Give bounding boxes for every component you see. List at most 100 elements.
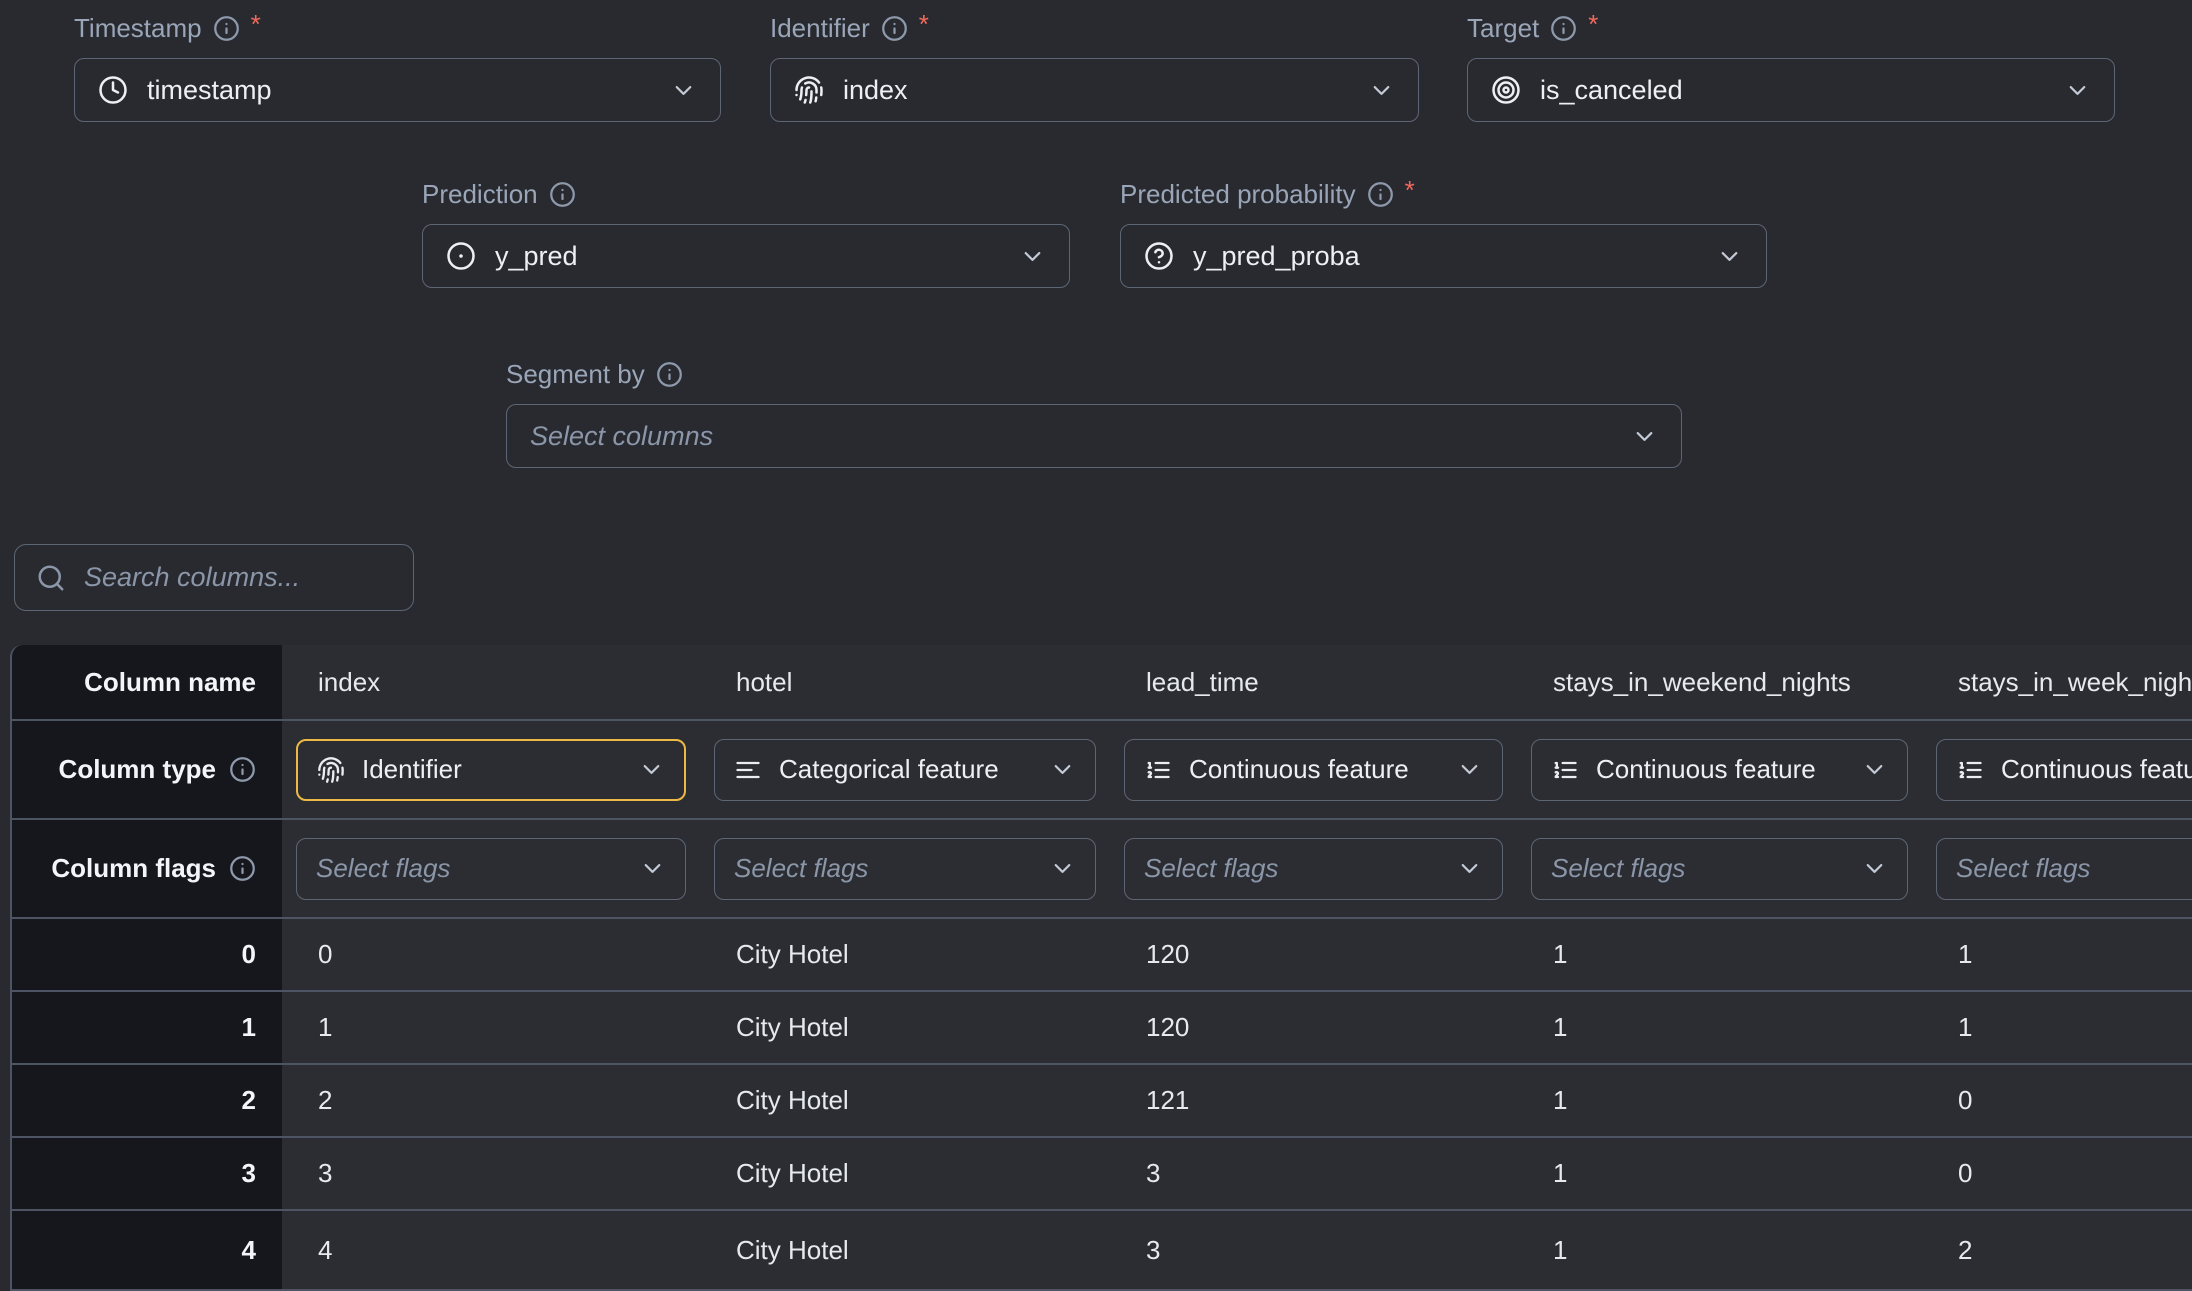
table-cell: 3 [1110,1138,1517,1211]
row-index: 4 [12,1211,282,1291]
column-type-select-index[interactable]: Identifier [296,739,686,801]
table-cell: 1 [1517,1138,1922,1211]
help-circle-icon [1144,241,1174,271]
flags-placeholder: Select flags [734,853,868,884]
column-type-select-hotel[interactable]: Categorical feature [714,739,1096,801]
row-index: 2 [12,1065,282,1138]
predicted-probability-label: Predicted probability * [1120,172,1767,216]
search-columns-input[interactable] [82,561,392,594]
column-flags-select-stays-weekend[interactable]: Select flags [1531,838,1908,900]
fingerprint-icon [317,756,345,784]
column-type-value: Continuous feature [1189,754,1409,785]
column-flags-select-hotel[interactable]: Select flags [714,838,1096,900]
table-cell: 3 [282,1138,700,1211]
row-index: 1 [12,992,282,1065]
table-cell: 2 [282,1065,700,1138]
chevron-down-icon [639,855,666,882]
predicted-probability-label-text: Predicted probability [1120,179,1356,210]
identifier-label-text: Identifier [770,13,870,44]
column-type-value: Categorical feature [779,754,999,785]
table-cell: 1 [1517,1211,1922,1291]
table-cell: 1 [1922,919,2192,992]
timestamp-select[interactable]: timestamp [74,58,721,122]
chevron-down-icon [1019,243,1046,270]
search-icon [36,563,66,593]
clock-icon [98,75,128,105]
flags-placeholder: Select flags [1956,853,2090,884]
segment-by-select[interactable]: Select columns [506,404,1682,468]
required-asterisk: * [1588,9,1598,40]
prediction-field: Prediction y_pred [422,172,1070,288]
table-cell: 121 [1110,1065,1517,1138]
info-icon[interactable] [549,181,576,208]
chevron-down-icon [2064,77,2091,104]
info-icon[interactable] [1367,181,1394,208]
column-type-value: Identifier [362,754,462,785]
search-columns-box[interactable] [14,544,414,611]
table-cell: City Hotel [700,1065,1110,1138]
timestamp-field: Timestamp * timestamp [74,6,721,122]
flags-placeholder: Select flags [316,853,450,884]
table-cell: 120 [1110,919,1517,992]
table-cell: 1 [1517,1065,1922,1138]
dataset-setup-page: Timestamp * timestamp Identifier * index… [0,0,2192,1282]
prediction-select[interactable]: y_pred [422,224,1070,288]
predicted-probability-select[interactable]: y_pred_proba [1120,224,1767,288]
table-cell: 2 [1922,1211,2192,1291]
info-icon[interactable] [881,15,908,42]
chevron-down-icon [1049,756,1076,783]
prediction-label-text: Prediction [422,179,538,210]
target-label: Target * [1467,6,2115,50]
flags-placeholder: Select flags [1551,853,1685,884]
column-type-row-header: Column type [12,721,282,820]
table-cell: City Hotel [700,1138,1110,1211]
columns-config-table: Column name index hotel lead_time stays_… [10,645,2192,1291]
column-header: index [282,645,700,721]
table-cell: 1 [1517,919,1922,992]
column-flags-select-index[interactable]: Select flags [296,838,686,900]
chevron-down-icon [1861,855,1888,882]
chevron-down-icon [1368,77,1395,104]
identifier-select-value: index [843,75,908,106]
table-cell: 120 [1110,992,1517,1065]
chevron-down-icon [670,77,697,104]
numbered-list-icon [1956,756,1984,784]
flags-placeholder: Select flags [1144,853,1278,884]
table-cell: 0 [1922,1065,2192,1138]
column-type-select-stays-weekend[interactable]: Continuous feature [1531,739,1908,801]
column-flags-row-label: Column flags [51,853,216,884]
row-index: 0 [12,919,282,992]
numbered-list-icon [1551,756,1579,784]
info-icon[interactable] [656,361,683,388]
identifier-label: Identifier * [770,6,1419,50]
identifier-field: Identifier * index [770,6,1419,122]
segment-by-placeholder: Select columns [530,421,713,452]
info-icon[interactable] [1550,15,1577,42]
required-asterisk: * [919,9,929,40]
table-cell: 1 [1517,992,1922,1065]
table-cell: 1 [282,992,700,1065]
column-header: stays_in_week_nights [1922,645,2192,721]
chevron-down-icon [1716,243,1743,270]
info-icon[interactable] [213,15,240,42]
segment-by-label-text: Segment by [506,359,645,390]
predicted-probability-field: Predicted probability * y_pred_proba [1120,172,1767,288]
column-header: lead_time [1110,645,1517,721]
target-select-value: is_canceled [1540,75,1683,106]
timestamp-label-text: Timestamp [74,13,202,44]
chevron-down-icon [638,756,665,783]
chevron-down-icon [1456,756,1483,783]
segment-by-field: Segment by Select columns [506,352,1682,468]
info-icon[interactable] [229,756,256,783]
corner-header-cell: Column name [12,645,282,721]
column-flags-select-stays-week[interactable]: Select flags [1936,838,2192,900]
prediction-select-value: y_pred [495,241,578,272]
target-select[interactable]: is_canceled [1467,58,2115,122]
identifier-select[interactable]: index [770,58,1419,122]
prediction-label: Prediction [422,172,1070,216]
info-icon[interactable] [229,855,256,882]
column-flags-select-lead-time[interactable]: Select flags [1124,838,1503,900]
column-type-select-stays-week[interactable]: Continuous feature [1936,739,2192,801]
circle-dot-icon [446,241,476,271]
column-type-select-lead-time[interactable]: Continuous feature [1124,739,1503,801]
